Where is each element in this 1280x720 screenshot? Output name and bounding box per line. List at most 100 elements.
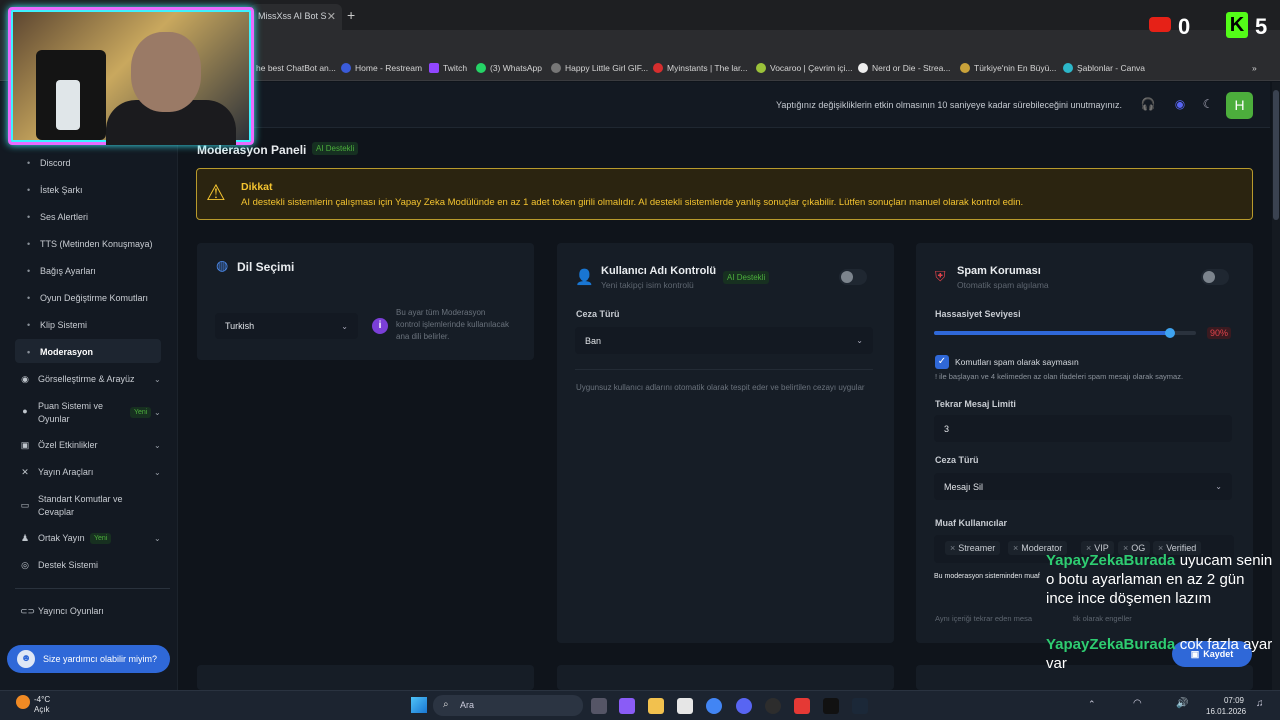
coin-icon: ● — [22, 406, 28, 416]
chat-username: YapayZekaBurada — [1046, 636, 1176, 653]
moon-icon[interactable]: ☾ — [1200, 97, 1216, 113]
warning-banner: ⚠ Dikkat AI destekli sistemlerin çalışma… — [196, 168, 1253, 220]
keyboard-icon: ▭ — [20, 500, 30, 510]
chevron-down-icon[interactable]: ⌄ — [154, 534, 161, 543]
bookmark[interactable]: Home - Restream — [341, 63, 422, 73]
chevron-up-icon[interactable]: ⌃ — [1088, 699, 1096, 710]
penalty-label: Ceza Türü — [935, 455, 979, 465]
user-icon: 👤 — [575, 269, 594, 286]
windows-start-icon[interactable] — [411, 697, 427, 713]
shield-icon: ⛨ — [935, 268, 946, 284]
scrollbar-thumb[interactable] — [1273, 90, 1279, 220]
browser-tab[interactable]: MissXss AI Bot S ✕ — [250, 4, 342, 30]
weather-widget[interactable]: -4°C Açık — [34, 695, 50, 715]
bookmark[interactable]: Happy Little Girl GIF... — [551, 63, 648, 73]
bottom-text-end: tik olarak engeller — [1073, 614, 1132, 623]
task-view-icon[interactable] — [591, 698, 607, 714]
sidebar-item-visualization[interactable]: ◉ Görselleştirme & Arayüz — [20, 374, 134, 384]
avatar[interactable]: H — [1226, 92, 1253, 119]
chevron-down-icon[interactable]: ⌄ — [154, 468, 161, 477]
sidebar-item-stream-tools[interactable]: ✕ Yayın Araçları — [20, 467, 93, 477]
sidebar-item-song-request[interactable]: İstek Şarkı — [27, 185, 83, 195]
bookmark[interactable]: (3) WhatsApp — [476, 63, 542, 73]
language-info: Bu ayar tüm Moderasyon kontrol işlemleri… — [396, 308, 509, 341]
app-icon[interactable] — [794, 698, 810, 714]
chevron-down-icon: ⌄ — [341, 321, 348, 331]
card-lower — [557, 665, 894, 690]
chevron-down-icon[interactable]: ⌄ — [154, 408, 161, 417]
sidebar-item-co-stream[interactable]: ♟ Ortak Yayın — [20, 533, 85, 543]
card-title: Kullanıcı Adı Kontrolü — [601, 265, 717, 277]
headset-icon[interactable]: 🎧 — [1140, 97, 1156, 113]
commands-checkbox[interactable]: ✓ — [935, 355, 949, 369]
sidebar-item-streamer-games[interactable]: ⊂⊃ Yayıncı Oyunları — [20, 606, 104, 616]
penalty-select[interactable]: Ban ⌄ — [575, 327, 873, 354]
exempt-chip[interactable]: × Streamer — [945, 541, 1001, 555]
repeat-limit-input[interactable]: 3 — [934, 415, 1232, 442]
language-card: ◍ Dil Seçimi Turkish ⌄ i Bu ayar tüm Mode… — [197, 243, 534, 360]
bookmark[interactable]: Nerd or Die - Strea... — [858, 63, 950, 73]
card-subtitle: Yeni takipçi isim kontrolü — [601, 280, 694, 290]
language-select[interactable]: Turkish ⌄ — [215, 313, 358, 339]
obs-icon[interactable] — [765, 698, 781, 714]
sidebar-item-sound-alerts[interactable]: Ses Alertleri — [27, 212, 88, 222]
bookmark[interactable]: Şablonlar - Canva — [1063, 63, 1145, 73]
folder-icon[interactable] — [648, 698, 664, 714]
help-chat-button[interactable]: ☻ Size yardımcı olabilir miyim? — [7, 645, 170, 673]
users-icon: ♟ — [20, 533, 30, 543]
tab-title: MissXss AI Bot S — [258, 11, 327, 21]
chevron-down-icon[interactable]: ⌄ — [154, 375, 161, 384]
discord-icon[interactable] — [736, 698, 752, 714]
sidebar-item-commands[interactable]: ▭ Standart Komutlar ve Cevaplar — [20, 493, 138, 519]
sidebar-item-discord[interactable]: Discord — [27, 158, 71, 168]
username-check-card: 👤 Kullanıcı Adı Kontrolü AI Destekli Yen… — [557, 243, 894, 643]
discord-icon[interactable]: ◉ — [1172, 97, 1188, 113]
sidebar-item-tts[interactable]: TTS (Metinden Konuşmaya) — [27, 239, 153, 249]
sidebar-item-support[interactable]: ◎ Destek Sistemi — [20, 560, 98, 570]
chat-username: YapayZekaBurada — [1046, 552, 1176, 569]
wifi-icon[interactable]: ◠ — [1133, 698, 1142, 709]
bell-icon[interactable]: ♫ — [1256, 698, 1264, 709]
chrome-icon[interactable] — [706, 698, 722, 714]
app-icon[interactable] — [619, 698, 635, 714]
header-notice: Yaptığınız değişikliklerin etkin olmasın… — [776, 100, 1123, 110]
sidebar-item-moderation[interactable]: Moderasyon — [27, 347, 93, 357]
bookmarks-more[interactable]: » — [1252, 63, 1257, 73]
enable-toggle[interactable] — [1201, 269, 1229, 285]
bookmark[interactable]: Twitch — [429, 63, 467, 73]
checkbox-label: Komutları spam olarak saymasın — [955, 357, 1079, 367]
taskbar-search[interactable]: Ara — [433, 695, 583, 716]
sidebar-item-donations[interactable]: Bağış Ayarları — [27, 266, 96, 276]
kick-icon: K — [1226, 12, 1248, 38]
store-icon[interactable] — [677, 698, 693, 714]
chevron-down-icon[interactable]: ⌄ — [154, 441, 161, 450]
sidebar-item-game-change[interactable]: Oyun Değiştirme Komutları — [27, 293, 148, 303]
bookmark[interactable]: Türkiye'nin En Büyü... — [960, 63, 1056, 73]
bookmark[interactable]: he best ChatBot an... — [256, 63, 336, 73]
card-title: Spam Koruması — [957, 265, 1041, 277]
volume-icon[interactable]: 🔊 — [1176, 698, 1188, 709]
new-tab-button[interactable]: + — [347, 7, 355, 23]
close-icon: × — [950, 543, 956, 553]
taskbar-clock[interactable]: 07:09 16.01.2026 — [1206, 695, 1246, 717]
steam-icon[interactable] — [852, 698, 868, 714]
new-badge: Yeni — [90, 533, 112, 544]
youtube-icon — [1149, 17, 1171, 32]
kick-viewer-count: 5 — [1255, 14, 1268, 39]
penalty-select[interactable]: Mesajı Sil ⌄ — [934, 473, 1232, 500]
sidebar-item-clip[interactable]: Klip Sistemi — [27, 320, 87, 330]
bookmark[interactable]: Myinstants | The lar... — [653, 63, 747, 73]
gamepad-icon: ⊂⊃ — [20, 606, 36, 616]
sidebar-item-events[interactable]: ▣ Özel Etkinlikler — [20, 440, 98, 450]
tools-icon: ✕ — [21, 467, 29, 477]
close-icon[interactable]: ✕ — [327, 10, 336, 23]
tiktok-icon[interactable] — [823, 698, 839, 714]
enable-toggle[interactable] — [839, 269, 867, 285]
close-icon: × — [1013, 543, 1019, 553]
bookmark[interactable]: Vocaroo | Çevrim içi... — [756, 63, 853, 73]
card-subtitle: Otomatik spam algılama — [957, 280, 1049, 290]
sidebar-item-points[interactable]: ● Puan Sistemi ve Oyunlar — [20, 400, 110, 426]
sidebar — [0, 82, 178, 690]
sensitivity-slider-handle[interactable] — [1164, 328, 1175, 338]
repeat-limit-label: Tekrar Mesaj Limiti — [935, 399, 1016, 409]
